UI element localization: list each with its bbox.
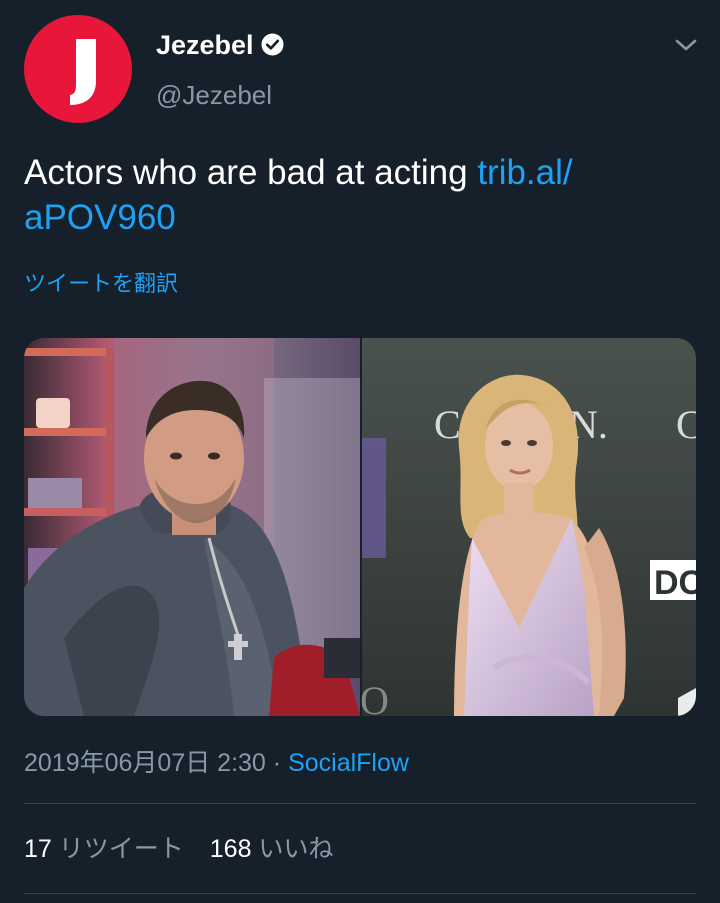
svg-text:C: C <box>434 402 461 447</box>
translate-tweet-link[interactable]: ツイートを翻訳 <box>24 270 178 298</box>
retweets-label[interactable]: リツイート <box>59 835 184 863</box>
separator: · <box>265 749 289 777</box>
retweets-count[interactable]: 17 <box>24 835 52 863</box>
source-link[interactable]: SocialFlow <box>288 749 409 777</box>
divider <box>24 803 696 804</box>
svg-text:C: C <box>676 402 696 447</box>
tweet-media[interactable]: C N. C DC O <box>24 338 696 716</box>
right-photo: C N. C DC O <box>360 338 696 716</box>
display-name[interactable]: Jezebel <box>156 28 254 62</box>
avatar[interactable] <box>24 15 132 123</box>
likes-label[interactable]: いいね <box>258 835 333 863</box>
left-photo <box>24 338 360 716</box>
tweet-text: Actors who are bad at acting trib.al/aPO… <box>24 150 664 240</box>
likes-count[interactable]: 168 <box>210 835 252 863</box>
timestamp-text[interactable]: 2019年06月07日 2:30 <box>24 749 266 777</box>
tweet-body: Actors who are bad at acting <box>24 153 478 192</box>
divider <box>24 893 696 894</box>
svg-text:DC: DC <box>654 564 696 602</box>
tweet-timestamp: 2019年06月07日 2:30 · SocialFlow <box>24 747 409 779</box>
verified-badge-icon <box>261 33 284 56</box>
handle[interactable]: @Jezebel <box>156 79 272 111</box>
svg-text:O: O <box>360 678 389 716</box>
tweet-stats: 17 リツイート 168 いいね <box>24 833 333 865</box>
jezebel-logo-icon <box>70 39 96 105</box>
chevron-down-icon[interactable] <box>672 34 700 56</box>
